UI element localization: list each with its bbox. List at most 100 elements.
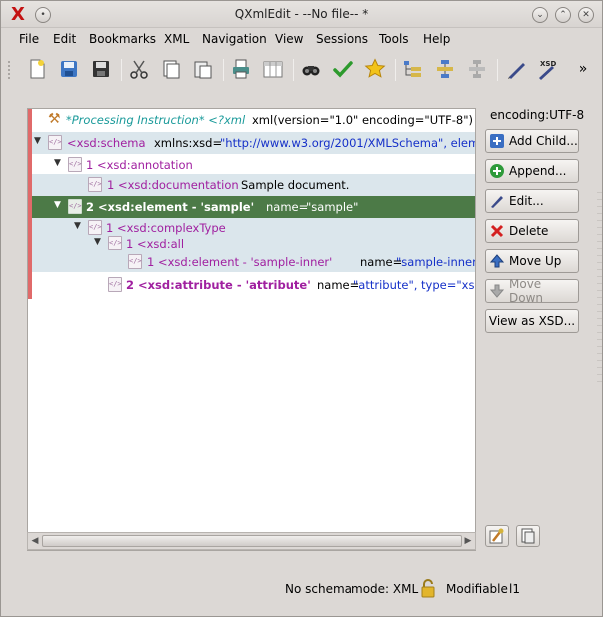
- edit-tool-icon[interactable]: [505, 57, 529, 81]
- menu-bar: File Edit Bookmarks XML Navigation View …: [1, 29, 602, 51]
- menu-file[interactable]: File: [19, 32, 39, 46]
- menu-xml[interactable]: XML: [164, 32, 189, 46]
- element-tag: 2 <xsd:attribute - 'attribute': [126, 278, 311, 292]
- tools-button[interactable]: [485, 525, 509, 547]
- move-up-label: Move Up: [509, 254, 562, 268]
- find-icon[interactable]: [299, 57, 323, 81]
- scroll-left-icon[interactable]: ◀: [29, 535, 41, 547]
- splitter-handle[interactable]: [597, 186, 602, 386]
- attribute-value: "attribute", type="xsd:st: [353, 278, 475, 292]
- tree-row[interactable]: ▼ </> 1 <xsd:complexType: [32, 218, 475, 238]
- edit-button[interactable]: Edit...: [485, 189, 579, 213]
- menu-sessions[interactable]: Sessions: [316, 32, 368, 46]
- delete-label: Delete: [509, 224, 549, 238]
- line-status: l1: [509, 582, 520, 596]
- tree-row[interactable]: </> 1 <xsd:element - 'sample-inner' name…: [32, 252, 475, 272]
- tools-icon: [489, 528, 504, 544]
- tree-row-selected[interactable]: ▼ </> 2 <xsd:element - 'sample' name= "s…: [32, 196, 475, 218]
- maximize-icon[interactable]: ⌃: [555, 7, 571, 23]
- menu-bookmarks[interactable]: Bookmarks: [89, 32, 156, 46]
- minimize-icon[interactable]: ⌄: [532, 7, 548, 23]
- expand-arrow-icon[interactable]: ▼: [54, 158, 61, 168]
- attribute-value: "http://www.w3.org/2001/XMLSchema", elem…: [220, 136, 475, 150]
- validate-icon[interactable]: [331, 57, 355, 81]
- cut-icon[interactable]: [127, 57, 151, 81]
- table-icon[interactable]: [261, 57, 285, 81]
- element-node-icon: </>: [88, 177, 102, 192]
- toolbar-separator: [497, 59, 498, 81]
- tree-collapse-icon[interactable]: [433, 57, 457, 81]
- close-icon[interactable]: ✕: [578, 7, 594, 23]
- view-as-xsd-button[interactable]: View as XSD...: [485, 309, 579, 333]
- paste-icon[interactable]: [191, 57, 215, 81]
- app-window: X • QXmlEdit - --No file-- * ⌄ ⌃ ✕ File …: [0, 0, 603, 617]
- append-icon: [489, 163, 505, 179]
- modifiable-status: Modifiable: [446, 582, 508, 596]
- horizontal-scrollbar[interactable]: ◀ ▶: [27, 532, 476, 550]
- attribute-value: "sample": [306, 200, 359, 214]
- element-tag: 1 <xsd:all: [126, 237, 185, 251]
- element-node-icon: </>: [68, 157, 82, 172]
- delete-icon: [489, 223, 505, 239]
- attribute-name: xmlns:xsd=: [154, 136, 223, 150]
- schema-status: No schema: [285, 582, 353, 596]
- window-title: QXmlEdit - --No file-- *: [234, 7, 369, 21]
- delete-button[interactable]: Delete: [485, 219, 579, 243]
- encoding-label: encoding:UTF-8: [490, 108, 585, 122]
- attribute-name: name=: [266, 200, 309, 214]
- toolbar: XSD »: [1, 51, 602, 89]
- tree-icon[interactable]: [465, 57, 489, 81]
- toolbar-separator: [395, 59, 396, 81]
- scrollbar-thumb[interactable]: [42, 535, 462, 547]
- element-text: Sample document.: [241, 178, 350, 192]
- append-label: Append...: [509, 164, 567, 178]
- bookmark-icon[interactable]: [363, 57, 387, 81]
- arrow-up-icon: [489, 253, 505, 269]
- menu-edit[interactable]: Edit: [53, 32, 76, 46]
- toolbar-separator: [223, 59, 224, 81]
- tree-row[interactable]: ▼ </> <xsd:schema xmlns:xsd= "http://www…: [32, 132, 475, 154]
- copy-icon[interactable]: [159, 57, 183, 81]
- menu-help[interactable]: Help: [423, 32, 450, 46]
- tree-expand-icon[interactable]: [401, 57, 425, 81]
- expand-arrow-icon[interactable]: ▼: [94, 237, 101, 247]
- toolbar-overflow-icon[interactable]: »: [571, 57, 595, 81]
- tree-row-processing-instruction[interactable]: ⚒ *Processing Instruction* <?xml xml(ver…: [32, 109, 475, 131]
- element-tag: 2 <xsd:element - 'sample': [86, 200, 255, 214]
- tree-row[interactable]: ▼ </> 1 <xsd:all: [32, 236, 475, 252]
- copy-path-button[interactable]: [516, 525, 540, 547]
- add-child-button[interactable]: Add Child...: [485, 129, 579, 153]
- save-icon[interactable]: [89, 57, 113, 81]
- element-tag: 1 <xsd:complexType: [106, 221, 226, 235]
- xml-tree[interactable]: ⚒ *Processing Instruction* <?xml xml(ver…: [27, 108, 476, 551]
- title-bar: X • QXmlEdit - --No file-- * ⌄ ⌃ ✕: [1, 1, 602, 28]
- tree-row[interactable]: ▼ </> 1 <xsd:annotation: [32, 154, 475, 176]
- element-node-icon: </>: [88, 220, 102, 235]
- toolbar-grip[interactable]: [7, 60, 11, 80]
- scroll-right-icon[interactable]: ▶: [462, 535, 474, 547]
- element-node-icon: </>: [48, 135, 62, 150]
- open-icon[interactable]: [57, 57, 81, 81]
- menu-navigation[interactable]: Navigation: [202, 32, 267, 46]
- menu-tools[interactable]: Tools: [379, 32, 409, 46]
- edit-label: Edit...: [509, 194, 544, 208]
- add-child-label: Add Child...: [509, 134, 578, 148]
- expand-arrow-icon[interactable]: ▼: [34, 136, 41, 146]
- move-up-button[interactable]: Move Up: [485, 249, 579, 273]
- element-tag: <xsd:schema: [67, 136, 146, 150]
- print-icon[interactable]: [229, 57, 253, 81]
- append-button[interactable]: Append...: [485, 159, 579, 183]
- menu-view[interactable]: View: [275, 32, 303, 46]
- element-node-icon: </>: [108, 277, 122, 292]
- expand-arrow-icon[interactable]: ▼: [74, 221, 81, 231]
- tree-row[interactable]: </> 1 <xsd:documentation Sample document…: [32, 174, 475, 196]
- element-node-icon: </>: [68, 199, 82, 214]
- expand-arrow-icon[interactable]: ▼: [54, 200, 61, 210]
- element-tag: 1 <xsd:element - 'sample-inner': [147, 255, 333, 269]
- move-down-button[interactable]: Move Down: [485, 277, 579, 305]
- lock-icon[interactable]: [421, 578, 435, 601]
- tree-row[interactable]: </> 2 <xsd:attribute - 'attribute' name=…: [32, 274, 475, 296]
- pi-value: xml(version="1.0" encoding="UTF-8"): [252, 113, 473, 127]
- new-icon[interactable]: [25, 57, 49, 81]
- xsd-icon[interactable]: XSD: [535, 57, 559, 81]
